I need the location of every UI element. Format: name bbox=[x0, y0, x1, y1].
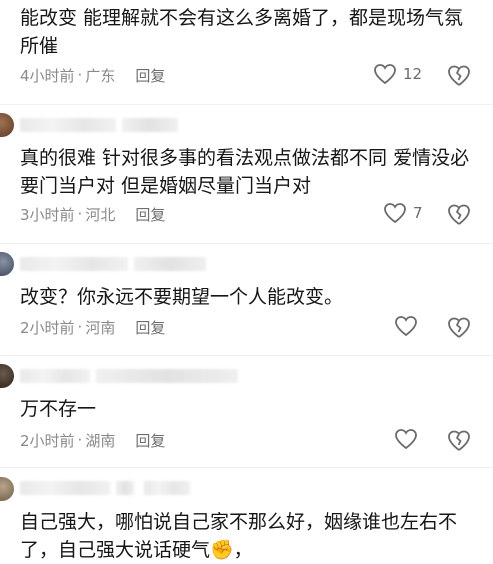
comment-text: 真的很难 针对很多事的看法观点做法都不同 爱情没必要门当户对 但是婚姻尽量门当户… bbox=[20, 147, 470, 197]
avatar[interactable] bbox=[0, 252, 14, 276]
username-blurred bbox=[20, 118, 116, 132]
comment-location: 河北 bbox=[85, 205, 116, 224]
like-count: 7 bbox=[413, 204, 423, 222]
comment-location: 河南 bbox=[85, 318, 116, 337]
divider bbox=[0, 355, 493, 356]
reply-button[interactable]: 回复 bbox=[135, 65, 165, 86]
heart-outline-icon bbox=[395, 429, 417, 450]
meta-separator: · bbox=[77, 431, 83, 449]
avatar[interactable] bbox=[0, 477, 14, 501]
like-button[interactable]: 7 bbox=[383, 202, 423, 224]
username-blurred bbox=[96, 369, 238, 383]
comment-text: 自己强大，哪怕说自己家不那么好，姻缘谁也左右不了，自己强大说话硬气✊， bbox=[20, 511, 458, 561]
broken-heart-icon[interactable] bbox=[446, 316, 472, 340]
username-blurred bbox=[20, 257, 128, 271]
comment-meta: 2小时前 · 湖南 回复 bbox=[20, 428, 165, 452]
comment-time: 2小时前 bbox=[20, 318, 75, 337]
divider bbox=[0, 243, 493, 244]
comment-meta: 2小时前 · 河南 回复 bbox=[20, 315, 165, 339]
heart-outline-icon bbox=[374, 64, 396, 85]
like-count: 12 bbox=[403, 65, 423, 83]
avatar[interactable] bbox=[0, 364, 14, 388]
meta-separator: · bbox=[77, 66, 83, 84]
meta-separator: · bbox=[77, 318, 83, 336]
comment-text: 能改变 能理解就不会有这么多离婚了，都是现场气氛所催 bbox=[20, 7, 464, 57]
comment-meta: 3小时前 · 河北 回复 bbox=[20, 202, 165, 226]
comment-location: 广东 bbox=[85, 66, 116, 85]
broken-heart-icon[interactable] bbox=[446, 429, 472, 453]
heart-outline-icon bbox=[395, 316, 417, 337]
heart-outline-icon bbox=[384, 203, 406, 224]
meta-separator: · bbox=[77, 205, 83, 223]
divider bbox=[0, 467, 493, 468]
username-blurred bbox=[122, 118, 178, 132]
avatar[interactable] bbox=[0, 113, 14, 137]
username-blurred bbox=[144, 481, 190, 495]
reply-button[interactable]: 回复 bbox=[135, 430, 165, 451]
comment-time: 4小时前 bbox=[20, 66, 75, 85]
comment-text: 万不存一 bbox=[20, 398, 97, 420]
username-blurred bbox=[116, 481, 134, 495]
comment-time: 2小时前 bbox=[20, 431, 75, 450]
broken-heart-icon[interactable] bbox=[446, 64, 472, 88]
username-blurred bbox=[20, 369, 90, 383]
username-blurred bbox=[134, 257, 206, 271]
comment-meta: 4小时前 · 广东 回复 bbox=[20, 63, 165, 87]
like-button[interactable] bbox=[394, 315, 418, 337]
like-button[interactable]: 12 bbox=[373, 63, 422, 85]
comment-time: 3小时前 bbox=[20, 205, 75, 224]
comment-location: 湖南 bbox=[85, 431, 116, 450]
divider bbox=[0, 104, 493, 105]
like-button[interactable] bbox=[394, 428, 418, 450]
broken-heart-icon[interactable] bbox=[446, 203, 472, 227]
comment-text: 改变？你永远不要期望一个人能改变。 bbox=[20, 286, 344, 308]
reply-button[interactable]: 回复 bbox=[135, 204, 165, 225]
reply-button[interactable]: 回复 bbox=[135, 317, 165, 338]
username-blurred bbox=[20, 481, 110, 495]
